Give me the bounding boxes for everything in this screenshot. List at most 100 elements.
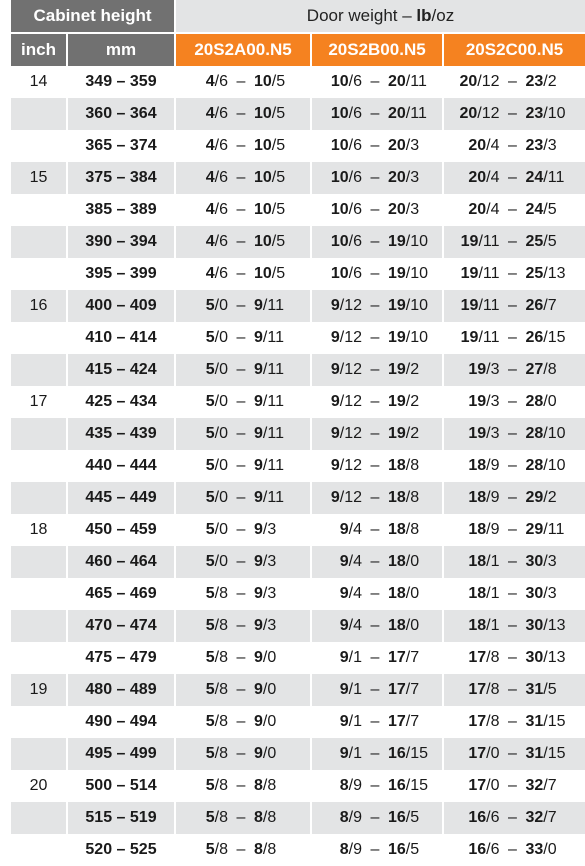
weight-max-value: 31/5 (526, 681, 557, 698)
weight-max-value: 27/8 (526, 361, 557, 378)
weight-max: 20/3 (388, 201, 438, 219)
weight-max: 9/3 (254, 521, 304, 539)
weight-min: 4/6 (182, 265, 228, 283)
weight-range: 5/8–9/0 (182, 713, 304, 731)
weight-max-value: 20/11 (388, 73, 427, 90)
inch-cell (11, 482, 68, 514)
weight-max-value-oz: /10 (543, 457, 566, 474)
mm-range-cell: 375 – 384 (67, 162, 176, 194)
weight-max-value-lb: 16 (388, 777, 406, 794)
inch-cell: 19 (11, 674, 68, 706)
weight-range: 9/1–17/7 (316, 649, 438, 667)
weight-max-value: 9/11 (254, 393, 284, 410)
weight-max-value: 8/8 (254, 777, 276, 794)
weight-min: 5/8 (182, 649, 228, 667)
inch-cell: 15 (11, 162, 68, 194)
range-dash: – (236, 521, 246, 538)
weight-max-value: 24/5 (526, 201, 557, 218)
weight-max-value-oz: /5 (271, 137, 286, 154)
weight-max: 10/5 (254, 265, 304, 283)
weight-max: 28/0 (526, 393, 576, 411)
table-row: 415 – 424 5/0–9/11 9/12–19/2 19/3–27/8 (11, 354, 585, 386)
model-b-column-header: 20S2B00.N5 (311, 32, 444, 66)
weight-max-value: 9/0 (254, 681, 276, 698)
weight-max-value-oz: /8 (405, 521, 420, 538)
weight-cell-b: 9/4–18/8 (311, 514, 444, 546)
weight-min-value: 4/6 (206, 265, 228, 282)
weight-max-value-lb: 18 (388, 585, 406, 602)
inch-cell (11, 738, 68, 770)
range-dash: – (236, 233, 246, 250)
weight-range: 19/3–28/0 (454, 393, 576, 411)
range-dash: – (508, 425, 517, 442)
weight-cell-c: 17/0–32/7 (443, 770, 585, 802)
mm-range-cell: 400 – 409 (67, 290, 176, 322)
weight-max-value-lb: 17 (388, 681, 406, 698)
weight-min-value-oz: /1 (486, 617, 500, 634)
weight-min-value-lb: 10 (330, 201, 349, 218)
weight-range: 8/9–16/5 (316, 809, 438, 827)
range-dash: – (370, 649, 380, 666)
weight-max-value-lb: 9 (254, 585, 263, 602)
weight-min-value-lb: 9 (339, 649, 349, 666)
weight-max: 19/10 (388, 297, 438, 315)
table-row: 19 480 – 489 5/8–9/0 9/1–17/7 17/8–31/5 (11, 674, 585, 706)
weight-max: 31/5 (526, 681, 576, 699)
weight-min-value: 19/11 (461, 329, 500, 346)
weight-max-value-lb: 19 (388, 329, 406, 346)
weight-min-value: 9/1 (340, 713, 362, 730)
range-dash: – (236, 681, 246, 698)
weight-min-value-oz: /11 (478, 329, 500, 346)
weight-max-value-oz: /5 (271, 105, 286, 122)
weight-max: 30/3 (526, 553, 576, 571)
weight-max-value-lb: 9 (254, 297, 263, 314)
weight-min-value: 4/6 (206, 73, 228, 90)
inch-cell (11, 322, 68, 354)
weight-min-value: 10/6 (331, 105, 362, 122)
inch-cell: 17 (11, 386, 68, 418)
weight-max-value-lb: 8 (254, 809, 263, 826)
weight-max-value-lb: 9 (254, 393, 263, 410)
weight-max-value: 19/10 (388, 265, 428, 282)
weight-max-value-lb: 10 (254, 137, 272, 154)
weight-max-value-oz: /3 (262, 553, 277, 570)
weight-min-value: 9/12 (331, 393, 362, 410)
weight-min-value-oz: /8 (214, 681, 228, 698)
weight-range: 9/12–19/2 (316, 393, 438, 411)
weight-max: 19/2 (388, 361, 438, 379)
table-row: 360 – 364 4/6–10/5 10/6–20/11 20/12–23/10 (11, 98, 585, 130)
weight-range: 18/1–30/3 (454, 553, 576, 571)
weight-min-value-lb: 18 (468, 553, 487, 570)
weight-min-value: 20/4 (468, 201, 499, 218)
weight-min-value-lb: 20 (468, 137, 487, 154)
inch-cell: 18 (11, 514, 68, 546)
range-dash: – (370, 73, 380, 90)
weight-range: 10/6–19/10 (316, 265, 438, 283)
weight-max-value-lb: 28 (525, 393, 544, 410)
weight-min-value-lb: 8 (339, 841, 349, 858)
weight-min-value-oz: /6 (348, 105, 362, 122)
weight-max-value-oz: /2 (405, 425, 420, 442)
weight-min-value: 19/3 (468, 361, 499, 378)
inch-column-header: inch (11, 32, 68, 66)
weight-min-value-lb: 10 (330, 137, 349, 154)
weight-min-value-oz: /1 (348, 745, 362, 762)
weight-range: 16/6–32/7 (454, 809, 576, 827)
weight-min: 20/4 (454, 169, 499, 187)
weight-cell-a: 5/8–9/0 (175, 674, 312, 706)
range-dash: – (370, 617, 380, 634)
weight-min-value-lb: 18 (468, 585, 487, 602)
weight-min-value-oz: /6 (214, 137, 228, 154)
weight-max-value: 10/5 (254, 233, 285, 250)
range-dash: – (508, 297, 517, 314)
weight-range: 5/0–9/11 (182, 297, 304, 315)
weight-cell-b: 9/12–19/10 (311, 322, 444, 354)
weight-range: 5/8–9/0 (182, 681, 304, 699)
weight-min-value-oz: /6 (214, 233, 228, 250)
weight-range: 9/12–19/10 (316, 329, 438, 347)
weight-min-value-oz: /0 (214, 297, 228, 314)
weight-max-value-oz: /5 (543, 681, 557, 698)
weight-min: 20/4 (454, 137, 499, 155)
weight-min-value-oz: /1 (348, 713, 362, 730)
weight-min-value: 4/6 (206, 169, 228, 186)
